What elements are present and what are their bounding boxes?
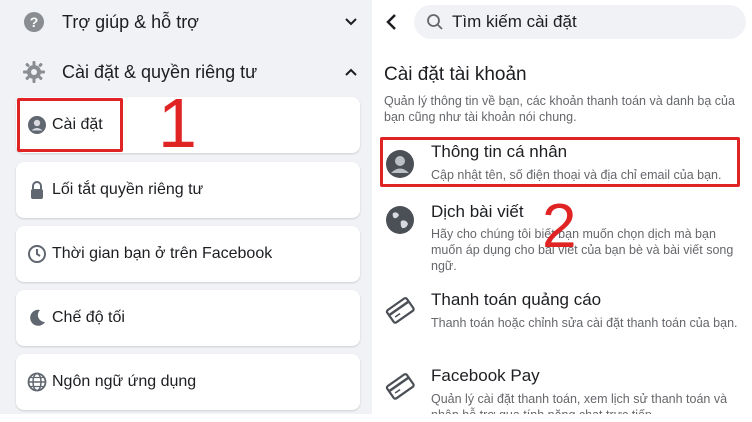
menu-item-privacy-shortcuts-label: Lối tắt quyền riêng tư bbox=[52, 181, 204, 198]
menu-item-dark-mode[interactable]: Chế độ tối bbox=[16, 290, 360, 346]
gear-icon bbox=[22, 60, 46, 84]
credit-card-icon bbox=[384, 294, 416, 326]
menu-item-dark-mode-label: Chế độ tối bbox=[52, 309, 125, 326]
setting-ad-payments-title: Thanh toán quảng cáo bbox=[431, 290, 602, 309]
bottom-border bbox=[0, 414, 752, 422]
menu-item-privacy-shortcuts[interactable]: Lối tắt quyền riêng tư bbox=[16, 162, 360, 218]
moon-icon bbox=[26, 307, 48, 329]
setting-personal-info[interactable]: Thông tin cá nhân Cập nhật tên, số điện … bbox=[376, 140, 752, 190]
setting-facebook-pay[interactable]: Facebook Pay Quản lý cài đặt thanh toán,… bbox=[376, 364, 752, 414]
svg-text:?: ? bbox=[30, 14, 39, 30]
settings-privacy-label: Cài đặt & quyền riêng tư bbox=[62, 61, 258, 82]
menu-item-settings-label: Cài đặt bbox=[52, 116, 103, 133]
section-description: Quản lý thông tin về bạn, các khoản than… bbox=[384, 94, 735, 124]
search-settings-input[interactable]: Tìm kiếm cài đặt bbox=[414, 5, 746, 39]
setting-facebook-pay-description: Quản lý cài đặt thanh toán, xem lịch sử … bbox=[431, 392, 728, 414]
menu-item-time-on-facebook-label: Thời gian bạn ở trên Facebook bbox=[52, 245, 273, 262]
search-icon bbox=[426, 13, 444, 31]
setting-personal-info-description: Cập nhật tên, số điện thoại và địa chỉ e… bbox=[431, 168, 722, 182]
setting-ad-payments-description: Thanh toán hoặc chỉnh sửa cài đặt thanh … bbox=[431, 316, 738, 330]
step-number-1: 1 bbox=[158, 84, 197, 162]
globe-translate-icon bbox=[384, 204, 416, 236]
setting-ad-payments[interactable]: Thanh toán quảng cáo Thanh toán hoặc chỉ… bbox=[376, 288, 752, 352]
globe-icon bbox=[26, 371, 48, 393]
setting-personal-info-title: Thông tin cá nhân bbox=[431, 142, 568, 161]
help-support-header[interactable]: ? Trợ giúp & hỗ trợ bbox=[0, 0, 372, 44]
chevron-down-icon[interactable] bbox=[344, 15, 358, 29]
menu-item-app-language-label: Ngôn ngữ ứng dụng bbox=[52, 373, 197, 390]
section-title: Cài đặt tài khoản bbox=[384, 64, 527, 85]
setting-facebook-pay-title: Facebook Pay bbox=[431, 366, 540, 385]
settings-menu-panel: ? Trợ giúp & hỗ trợ Cài đặt & quyền riên… bbox=[0, 0, 372, 414]
question-circle-icon: ? bbox=[22, 10, 46, 34]
help-support-label: Trợ giúp & hỗ trợ bbox=[62, 11, 199, 32]
setting-post-translation-description: Hãy cho chúng tôi biết bạn muốn chọn dịc… bbox=[431, 227, 734, 273]
menu-item-time-on-facebook[interactable]: Thời gian bạn ở trên Facebook bbox=[16, 226, 360, 282]
menu-item-app-language[interactable]: Ngôn ngữ ứng dụng bbox=[16, 354, 360, 410]
user-avatar-icon bbox=[384, 148, 416, 180]
lock-icon bbox=[26, 179, 48, 201]
back-arrow-icon[interactable] bbox=[380, 10, 404, 34]
chevron-up-icon[interactable] bbox=[344, 65, 358, 79]
clock-icon bbox=[26, 243, 48, 265]
step-number-2: 2 bbox=[542, 192, 577, 261]
search-placeholder: Tìm kiếm cài đặt bbox=[452, 12, 577, 31]
setting-post-translation-title: Dịch bài viết bbox=[431, 202, 524, 221]
card-pay-icon bbox=[384, 370, 416, 402]
user-circle-icon bbox=[26, 114, 48, 136]
